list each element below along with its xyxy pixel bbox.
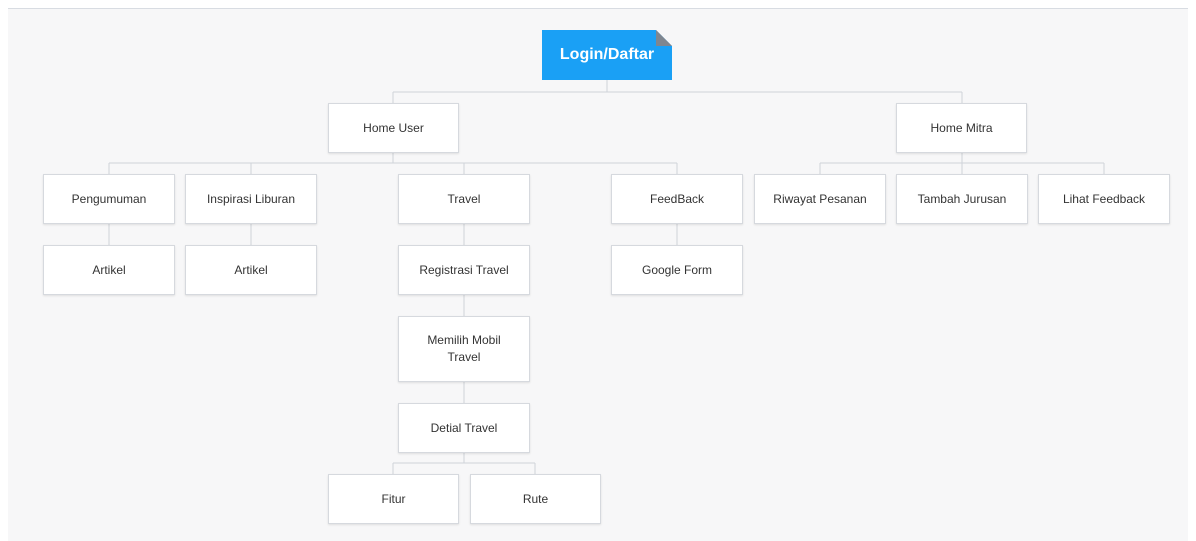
node-riwayat-pesanan[interactable]: Riwayat Pesanan [754, 174, 886, 224]
node-home-user[interactable]: Home User [328, 103, 459, 153]
node-fitur-label: Fitur [381, 491, 406, 506]
root-node[interactable]: Login/Daftar [542, 30, 672, 80]
node-rute[interactable]: Rute [470, 474, 601, 524]
node-inspirasi-liburan-label: Inspirasi Liburan [206, 191, 296, 206]
node-pengumuman-label: Pengumuman [71, 191, 147, 206]
node-riwayat-pesanan-label: Riwayat Pesanan [773, 191, 867, 206]
node-artikel-pengumuman-label: Artikel [92, 262, 126, 277]
node-registrasi-travel-label: Registrasi Travel [419, 262, 509, 277]
node-lihat-feedback[interactable]: Lihat Feedback [1038, 174, 1170, 224]
node-lihat-feedback-label: Lihat Feedback [1062, 191, 1146, 206]
node-artikel-inspirasi[interactable]: Artikel [185, 245, 317, 295]
node-google-form-label: Google Form [641, 262, 713, 277]
node-home-mitra[interactable]: Home Mitra [896, 103, 1027, 153]
node-pengumuman[interactable]: Pengumuman [43, 174, 175, 224]
node-home-user-label: Home User [363, 120, 424, 135]
node-fitur[interactable]: Fitur [328, 474, 459, 524]
node-memilih-mobil-travel-label: Memilih Mobil Travel [427, 333, 501, 364]
node-google-form[interactable]: Google Form [611, 245, 743, 295]
node-home-mitra-label: Home Mitra [930, 120, 993, 135]
node-inspirasi-liburan[interactable]: Inspirasi Liburan [185, 174, 317, 224]
node-registrasi-travel[interactable]: Registrasi Travel [398, 245, 530, 295]
node-travel[interactable]: Travel [398, 174, 530, 224]
node-detial-travel-label: Detial Travel [430, 420, 498, 435]
node-tambah-jurusan[interactable]: Tambah Jurusan [896, 174, 1028, 224]
node-rute-label: Rute [522, 491, 549, 506]
node-tambah-jurusan-label: Tambah Jurusan [917, 191, 1007, 206]
root-node-label: Login/Daftar [559, 46, 655, 63]
node-travel-label: Travel [447, 191, 481, 206]
node-memilih-mobil-travel[interactable]: Memilih Mobil Travel [398, 316, 530, 382]
node-feedback-label: FeedBack [649, 191, 705, 206]
node-artikel-pengumuman[interactable]: Artikel [43, 245, 175, 295]
node-feedback[interactable]: FeedBack [611, 174, 743, 224]
node-artikel-inspirasi-label: Artikel [234, 262, 268, 277]
node-detial-travel[interactable]: Detial Travel [398, 403, 530, 453]
